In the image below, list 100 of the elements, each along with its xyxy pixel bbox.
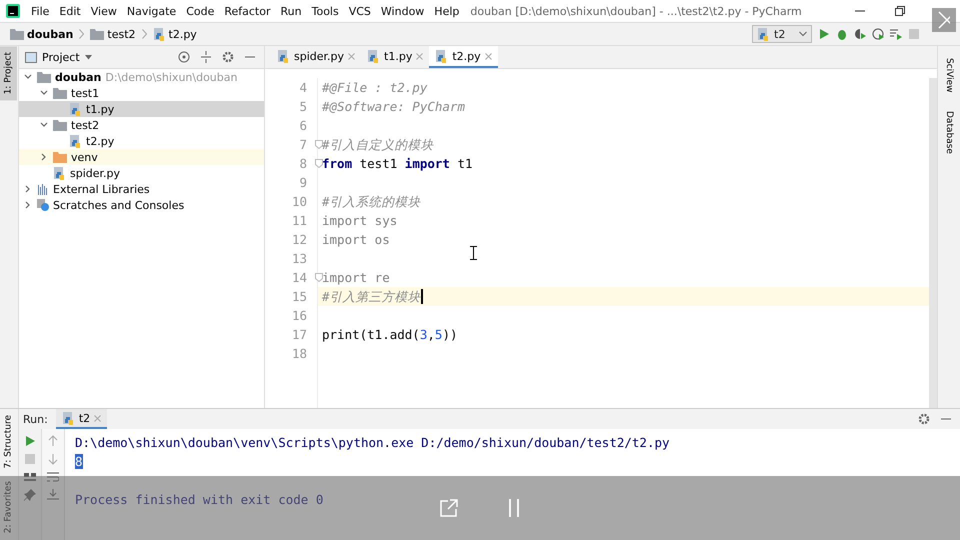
chevron-right-icon [142, 29, 147, 39]
fold-icon[interactable] [315, 140, 323, 149]
arrow-up-icon[interactable] [47, 435, 59, 447]
python-file-icon [435, 50, 448, 62]
console-output: Process finished with exit code 0 [75, 492, 324, 507]
code-line: #引入第三方模块 [322, 288, 421, 306]
window-title: douban [D:\demo\shixun\douban] - ...\test2\t2.py - PyCharm [470, 4, 803, 18]
run-icon[interactable] [818, 28, 830, 40]
tool-window-tab[interactable]: SciView [939, 52, 959, 99]
scrollbar[interactable] [929, 78, 937, 408]
console-output: D:\demo\shixun\douban\venv\Scripts\python.exe D:/demo/shixun/douban/test2/t2.py [75, 435, 670, 450]
rerun-icon[interactable] [24, 435, 36, 447]
tree-label: t1.py [86, 102, 114, 116]
pause-icon[interactable] [508, 499, 520, 517]
tree-item[interactable]: test1 [19, 85, 264, 101]
console-output: 8 [75, 454, 83, 469]
settings-icon[interactable] [222, 51, 234, 63]
close-icon[interactable] [416, 52, 424, 60]
menu-item[interactable]: Edit [54, 2, 86, 20]
python-file-icon [62, 412, 75, 424]
menu-item[interactable]: Code [181, 2, 220, 20]
code-line: import re [322, 269, 390, 287]
close-icon[interactable] [348, 52, 356, 60]
editor-tab[interactable]: t2.py [429, 46, 498, 68]
tool-window-tab[interactable]: 1: Project [0, 46, 17, 100]
close-button[interactable] [932, 8, 956, 32]
settings-icon[interactable] [918, 413, 930, 425]
folder-icon [10, 28, 24, 40]
chevron-right-icon[interactable] [40, 153, 48, 161]
code-line: print(t1.add(3,5)) [322, 326, 458, 344]
profile-icon[interactable] [872, 28, 884, 40]
line-number: 12 [292, 231, 307, 249]
menu-item[interactable]: Refactor [219, 2, 276, 20]
chevron-down-icon[interactable] [40, 121, 48, 129]
collapse-icon[interactable] [200, 51, 212, 63]
menu-item[interactable]: Window [376, 2, 430, 20]
menu-item[interactable]: VCS [344, 2, 376, 20]
layout-icon[interactable] [24, 471, 36, 483]
soft-wrap-icon[interactable] [47, 471, 59, 483]
tool-window-tab[interactable]: 7: Structure [0, 409, 17, 474]
debug-icon[interactable] [836, 28, 848, 40]
menu-item[interactable]: View [86, 2, 122, 20]
run-tab[interactable]: t2 [56, 409, 108, 429]
line-number: 5 [299, 98, 307, 116]
menu-item[interactable]: Help [429, 2, 464, 20]
breadcrumb[interactable]: douban [8, 28, 76, 40]
menu-item[interactable]: File [26, 2, 54, 20]
panel-icon [25, 52, 37, 62]
folder-icon [90, 28, 104, 40]
python-file-icon [53, 166, 66, 180]
line-number: 6 [299, 117, 307, 135]
tree-item[interactable]: venv [19, 149, 264, 165]
run-config-dropdown[interactable]: t2 [752, 25, 812, 43]
mouse-cursor-icon [470, 246, 477, 260]
fold-icon[interactable] [315, 273, 323, 282]
tree-item[interactable]: douban D:\demo\shixun\douban [19, 69, 264, 85]
pin-icon[interactable] [24, 489, 36, 501]
line-number: 14 [292, 269, 307, 287]
line-number: 9 [299, 174, 307, 192]
tree-item[interactable]: Scratches and Consoles [19, 197, 264, 213]
external-link-icon[interactable] [440, 499, 458, 517]
caret-down-icon [84, 54, 92, 60]
line-number: 10 [292, 193, 307, 211]
scroll-to-end-icon[interactable] [47, 489, 59, 501]
tree-item[interactable]: t1.py [19, 101, 264, 117]
tree-label: test1 [71, 86, 100, 100]
line-number: 17 [292, 326, 307, 344]
tool-window-tab[interactable]: Database [939, 104, 959, 160]
coverage-icon[interactable] [854, 28, 866, 40]
menu-item[interactable]: Run [276, 2, 307, 20]
tree-label: venv [71, 150, 98, 164]
tree-item[interactable]: External Libraries [19, 181, 264, 197]
breadcrumb[interactable]: test2 [88, 28, 138, 40]
folder-icon [53, 119, 67, 131]
library-icon [37, 183, 49, 195]
tree-label: t2.py [86, 134, 114, 148]
restore-icon[interactable] [895, 6, 905, 16]
menu-item[interactable]: Navigate [122, 2, 182, 20]
code-line: #引入系统的模块 [322, 193, 421, 211]
close-icon[interactable] [94, 414, 102, 422]
project-view-dropdown[interactable]: Project [42, 50, 80, 64]
breadcrumb[interactable]: t2.py [150, 28, 199, 40]
editor-tab[interactable]: t1.py [361, 46, 430, 68]
tree-label: Scratches and Consoles [53, 198, 184, 212]
tool-window-tab[interactable]: 2: Favorites [0, 474, 17, 539]
run-list-icon[interactable] [890, 28, 902, 40]
arrow-down-icon[interactable] [47, 453, 59, 465]
editor-tab[interactable]: spider.py [271, 46, 362, 68]
text-cursor [420, 289, 423, 304]
scratches-icon [37, 199, 49, 211]
folder-icon [53, 151, 67, 163]
line-number: 11 [292, 212, 307, 230]
close-icon[interactable] [484, 52, 492, 60]
menu-item[interactable]: Tools [306, 2, 344, 20]
locate-icon[interactable] [178, 51, 190, 63]
folder-icon [37, 71, 51, 83]
tree-item[interactable]: t2.py [19, 133, 264, 149]
tree-item[interactable]: spider.py [19, 165, 264, 181]
fold-icon[interactable] [315, 159, 323, 168]
tree-item[interactable]: test2 [19, 117, 264, 133]
